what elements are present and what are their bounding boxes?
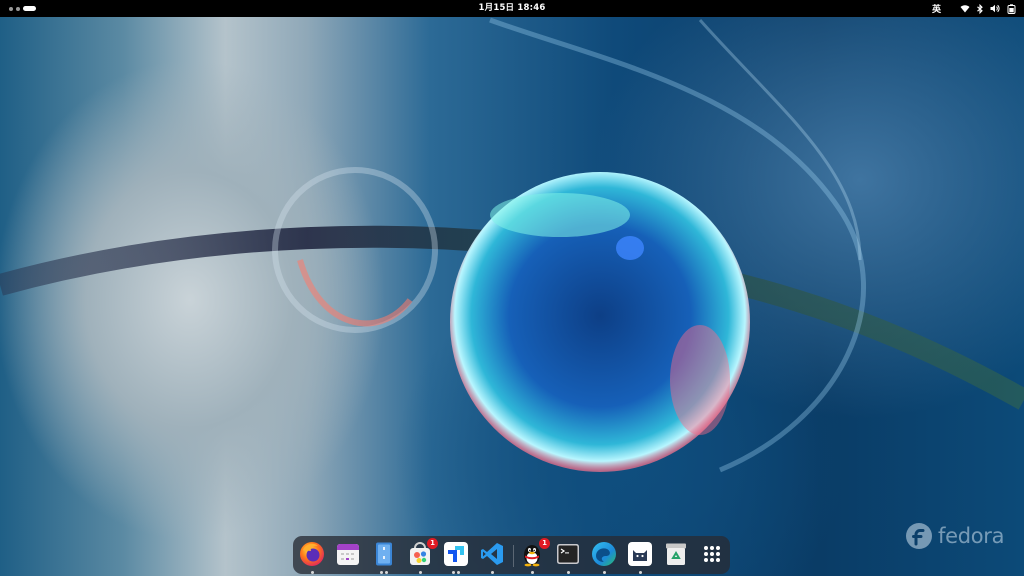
running-indicator [442,571,470,574]
dock-item-trash[interactable] [662,540,690,570]
notification-badge: 1 [539,538,550,549]
fedora-wordmark: fedora [938,524,1005,548]
top-bar: 1月15日 18:46 英 [0,0,1024,17]
notification-badge: 1 [427,538,438,549]
dock-item-terminal[interactable] [554,540,582,574]
bluetooth-icon [977,3,983,14]
dock-item-software[interactable]: 1 [406,538,438,574]
feishu-icon [444,542,468,566]
terminal-icon [557,544,579,564]
dock-separator [513,545,514,567]
wallpaper-art [0,17,1024,473]
running-indicator [590,571,618,574]
volume-icon [990,4,1000,13]
running-indicator [406,571,434,574]
fedora-logo-icon [906,523,932,549]
dock: 1 1 [293,536,730,574]
battery-icon [1007,3,1016,14]
trash-icon [666,543,686,565]
running-indicator [626,571,654,574]
input-method-indicator[interactable]: 英 [932,2,941,15]
edge-icon [592,542,616,566]
show-apps-button[interactable] [698,540,726,570]
vscode-icon [481,543,503,565]
dock-item-vscode[interactable] [478,540,506,574]
desktop-wallpaper [0,0,1024,576]
running-indicator [518,571,546,574]
files-icon [376,542,392,566]
system-status-area[interactable]: 英 [932,0,1016,17]
firefox-icon [300,542,324,566]
running-indicator [298,571,326,574]
dock-item-firefox[interactable] [298,540,326,574]
fedora-watermark: fedora [905,520,1005,552]
running-indicator [370,571,398,574]
calendar-icon [337,544,359,565]
dock-item-clash[interactable] [626,540,654,574]
wifi-icon [960,5,970,13]
cat-app-icon [628,542,652,566]
running-indicator [554,571,582,574]
app-grid-icon [704,546,720,562]
dock-item-edge[interactable] [590,540,618,574]
dock-item-feishu[interactable] [442,540,470,574]
clock-datetime[interactable]: 1月15日 18:46 [479,3,546,13]
dock-item-files[interactable] [370,540,398,574]
dock-item-calendar[interactable] [334,540,362,570]
dock-item-qq[interactable]: 1 [518,538,550,574]
running-indicator [478,571,506,574]
